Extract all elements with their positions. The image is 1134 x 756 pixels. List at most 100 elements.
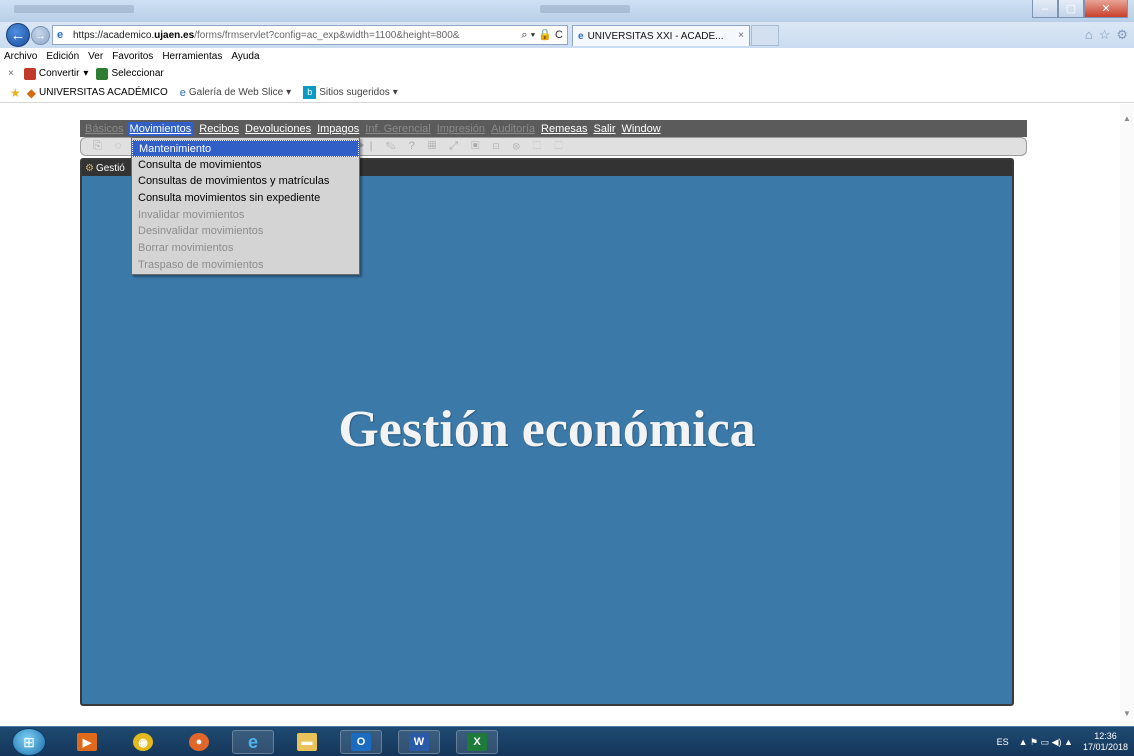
taskbar-firefox[interactable]: ● [178,730,220,754]
scroll-up-icon[interactable]: ▲ [1123,114,1131,123]
banner-title: Gestión económica [338,401,756,458]
dropdown-item-consulta-movimientos-sin-expediente[interactable]: Consulta movimientos sin expediente [132,190,359,207]
home-icon[interactable]: ⌂ [1085,27,1093,43]
firefox-icon: ● [189,733,209,751]
navigation-bar: ← → e https://academico. ujaen.es/forms/f… [0,22,1134,48]
url-domain: ujaen.es [154,29,195,41]
taskbar: ⊞ ▶ ◉ ● e ▬ O W X ES ▲ ⚑ ▭ ◀) ▲ 12:36 17… [0,726,1134,756]
taskbar-chrome[interactable]: ◉ [122,730,164,754]
taskbar-media-player[interactable]: ▶ [66,730,108,754]
command-bar: × Convertir ▾ Seleccionar [0,64,1134,83]
app-window-title: Gestió [95,162,125,174]
browser-tab[interactable]: e UNIVERSITAS XXI - ACADE... × [572,25,750,46]
taskbar-outlook[interactable]: O [340,730,382,754]
tray-icons[interactable]: ▲ ⚑ ▭ ◀) ▲ [1019,737,1073,748]
pdf-convert-icon [23,67,36,80]
app-menu-movimientos[interactable]: Movimientos [127,121,194,136]
app-menu-impresion: Impresión [436,122,485,135]
page-content: Básicos Movimientos Recibos Devoluciones Imp… [0,104,1134,726]
dropdown-item-borrar-movimientos: Borrar movimientos [138,242,234,255]
page-scrollbar[interactable]: ▲ ▼ [1120,104,1134,726]
window-titlebar: – ▢ ✕ [0,0,1134,22]
app-menu-devoluciones[interactable]: Devoluciones [245,123,311,135]
app-menu-recibos[interactable]: Recibos [199,123,239,135]
clock-date: 17/01/2018 [1082,742,1128,752]
menu-edicion[interactable]: Edición [46,51,79,62]
app-menu-inf-gerencial: Inf. Gerencial [365,122,431,135]
select-button[interactable]: Seleccionar [111,68,163,79]
browser-right-icons: ⌂ ☆ ⚙ [1085,27,1128,43]
ie-page-icon: e [57,29,64,41]
favorite-universitas[interactable]: UNIVERSITAS ACADÉMICO [39,87,168,98]
back-button[interactable]: ← [6,23,30,47]
clock-time: 12:36 [1094,731,1117,741]
menu-herramientas[interactable]: Herramientas [162,51,222,62]
tab-close-icon[interactable]: × [738,30,744,41]
app-menu-bar: Básicos Movimientos Recibos Devoluciones Imp… [80,120,1027,137]
taskbar-explorer[interactable]: ▬ [286,730,328,754]
scroll-down-icon[interactable]: ▼ [1123,709,1131,718]
app-menu-impagos[interactable]: Impagos [317,123,359,135]
universitas-icon: ◆ [26,85,36,100]
menu-ayuda[interactable]: Ayuda [231,51,259,62]
select-icon [96,67,109,80]
titlebar-caption [540,5,630,13]
app-menu-remesas[interactable]: Remesas [541,123,587,135]
favorite-suggested-sites[interactable]: Sitios sugeridos [319,87,390,98]
tab-title: UNIVERSITAS XXI - ACADE... [587,30,724,42]
movimientos-dropdown: Mantenimiento Consulta de movimientos Cons… [131,137,360,275]
favorites-bar: ★ ◆ UNIVERSITAS ACADÉMICO e Galería de W… [0,83,1134,103]
settings-gear-icon[interactable]: ⚙ [1116,27,1128,43]
window-gear-icon: ⚙ [85,162,94,174]
app-menu-auditoria: Auditoría [491,122,536,135]
menu-favoritos[interactable]: Favoritos [112,51,153,62]
dropdown-item-mantenimiento[interactable]: Mantenimiento [132,140,359,157]
taskbar-word[interactable]: W [398,730,440,754]
dropdown-item-traspaso-de-movimientos: Traspaso de movimientos [138,258,264,271]
address-bar[interactable]: e https://academico. ujaen.es/forms/frmse… [52,25,568,45]
menu-ver[interactable]: Ver [88,51,103,62]
window-controls: – ▢ ✕ [1032,0,1128,18]
suggested-caret-icon[interactable]: ▾ [393,87,398,98]
windows-logo-icon: ⊞ [23,733,35,750]
chrome-icon: ◉ [133,733,153,751]
url-prefix: https://academico. [73,29,155,41]
url-path: /forms/frmservlet?config=ac_exp&width=11… [194,29,460,41]
favorite-web-slice[interactable]: Galería de Web Slice [189,87,283,98]
close-toolbar-icon[interactable]: × [8,68,14,79]
address-tools[interactable]: ⌕ ▾ 🔒 C [521,28,563,42]
outlook-icon: O [351,733,371,751]
dropdown-item-consultas-de-movimientos-y-matriculas[interactable]: Consultas de movimientos y matrículas [132,173,359,190]
dropdown-item-invalidar-movimientos: Invalidar movimientos [138,208,245,221]
forward-button[interactable]: → [31,26,50,45]
menu-archivo[interactable]: Archivo [4,51,37,62]
system-tray: ES ▲ ⚑ ▭ ◀) ▲ 12:36 17/01/2018 [997,727,1128,756]
close-button[interactable]: ✕ [1084,0,1128,18]
new-tab-button[interactable] [751,25,779,46]
clock[interactable]: 12:36 17/01/2018 [1083,731,1128,753]
folder-icon: ▬ [297,733,317,751]
titlebar-quick-access [14,5,134,13]
maximize-button[interactable]: ▢ [1058,0,1084,18]
language-indicator[interactable]: ES [997,737,1009,747]
dropdown-item-desinvalidar-movimientos: Desinvalidar movimientos [138,225,264,238]
browser-menu-bar: Archivo Edición Ver Favoritos Herramientas Ay… [0,48,1134,64]
app-menu-salir[interactable]: Salir [594,123,616,135]
app-menu-window[interactable]: Window [622,123,661,135]
word-icon: W [409,733,429,751]
dropdown-item-consulta-de-movimientos[interactable]: Consulta de movimientos [132,157,359,174]
minimize-button[interactable]: – [1032,0,1058,18]
back-arrow-icon: ← [10,26,26,44]
web-slice-icon: e [179,86,186,99]
forward-arrow-icon: → [35,29,46,42]
tab-ie-icon: e [578,30,584,42]
media-player-icon: ▶ [77,733,97,751]
favorites-star-icon[interactable]: ★ [10,86,21,100]
convert-button[interactable]: Convertir [39,68,80,79]
taskbar-internet-explorer[interactable]: e [232,730,274,754]
taskbar-excel[interactable]: X [456,730,498,754]
favorites-star-icon[interactable]: ☆ [1099,27,1111,43]
web-slice-caret-icon[interactable]: ▾ [286,87,291,98]
convert-caret-icon[interactable]: ▾ [83,68,88,79]
start-button[interactable]: ⊞ [12,728,46,756]
